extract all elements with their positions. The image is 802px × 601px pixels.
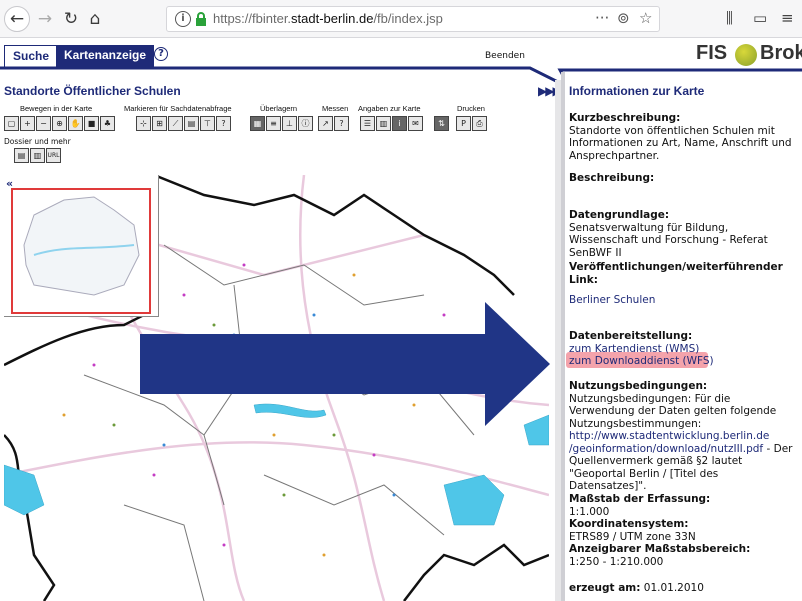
info-tool-icon[interactable]: ⓘ	[298, 116, 313, 131]
section-heading: Anzeigbarer Maßstabsbereich:	[569, 543, 751, 555]
tree-icon[interactable]: ♣	[100, 116, 115, 131]
url-text: https://fbinter.stadt-berlin.de/fb/index…	[213, 11, 443, 26]
print-tools: P ⎙	[456, 116, 487, 132]
toolbar-group-label: Markieren für Sachdatenabfrage	[124, 104, 232, 113]
query-icon[interactable]: ?	[216, 116, 231, 131]
list-icon[interactable]: ≡	[266, 116, 281, 131]
zoom-out-icon[interactable]: −	[36, 116, 51, 131]
datenbereitstellung: Datenbereitstellung: zum Kartendienst (W…	[569, 330, 794, 368]
beenden-link[interactable]: Beenden	[485, 51, 525, 61]
zoom-extent-icon[interactable]: ⊕	[52, 116, 67, 131]
legend-icon[interactable]: ☰	[360, 116, 375, 131]
full-extent-icon[interactable]: ■	[84, 116, 99, 131]
section-text: 1:250 - 1:210.000	[569, 555, 664, 568]
print-icon[interactable]: ⎙	[472, 116, 487, 131]
section-heading: Beschreibung:	[569, 172, 655, 184]
section-heading: Koordinatensystem:	[569, 518, 689, 530]
nutzung-link[interactable]: http://www.stadtentwicklung.berlin.de/ge…	[569, 430, 794, 493]
info-i-icon[interactable]: i	[392, 116, 407, 131]
toolbar-group-label: Messen	[322, 104, 349, 113]
toolbar-group-label: Überlagern	[260, 104, 298, 113]
section-heading: Datenbereitstellung:	[569, 330, 693, 342]
browser-toolbar: ← → ↻ ⌂ i https://fbinter.stadt-berlin.d…	[0, 0, 802, 38]
section-heading: Veröffentlichungen/weiterführender Link:	[569, 261, 783, 286]
overlay-add-icon[interactable]: ⊥	[282, 116, 297, 131]
measure-icon[interactable]: ↗	[318, 116, 333, 131]
move-tools: ▢ + − ⊕ ✋ ■ ♣	[4, 116, 115, 132]
massstab: Maßstab der Erfassung: 1:1.000 Koordinat…	[569, 493, 794, 568]
section-heading: Kurzbeschreibung:	[569, 112, 681, 124]
wms-link[interactable]: zum Kartendienst (WMS)	[569, 343, 794, 356]
section-text: Nutzungsbedingungen: Für die Verwendung …	[569, 392, 777, 430]
dossier-tools: ▤ ▥ URL	[14, 148, 61, 163]
datengrundlage: Datengrundlage: Senatsverwaltung für Bil…	[569, 209, 794, 259]
pdf-icon[interactable]: P	[456, 116, 471, 131]
wfs-link[interactable]: zum Downloaddienst (WFS)	[569, 355, 794, 368]
veroeffentlichungen: Veröffentlichungen/weiterführender Link:…	[569, 261, 794, 307]
toolbar-group-label: Drucken	[457, 104, 485, 113]
pan-icon[interactable]: ✋	[68, 116, 83, 131]
dossier-list-icon[interactable]: ▥	[30, 148, 45, 163]
pocket-icon[interactable]: ⊚	[617, 9, 630, 27]
select-line-icon[interactable]: ⟋	[168, 116, 183, 131]
lock-icon	[196, 12, 206, 26]
section-heading: Datengrundlage:	[569, 209, 670, 221]
map-title: Standorte Öffentlicher Schulen	[4, 84, 181, 98]
overlay-tools: ▦ ≡ ⊥ ⓘ	[250, 116, 313, 132]
toolbar-group-label: Angaben zur Karte	[358, 104, 421, 113]
map-info-tools: ☰ ▥ i ✉ ⇅	[360, 116, 449, 132]
overview-icon[interactable]: ▢	[4, 116, 19, 131]
menu-icon[interactable]: ≡	[781, 9, 794, 27]
section-heading: Maßstab der Erfassung:	[569, 493, 711, 505]
back-icon[interactable]: ←	[4, 6, 30, 32]
nutzungsbedingungen: Nutzungsbedingungen: Nutzungsbedingungen…	[569, 380, 794, 493]
erzeugt: erzeugt am: 01.01.2010	[569, 582, 794, 595]
select-point-icon[interactable]: ⊹	[136, 116, 151, 131]
berliner-schulen-link[interactable]: Berliner Schulen	[569, 294, 794, 307]
kurzbeschreibung: Kurzbeschreibung: Standorte von öffentli…	[569, 112, 794, 162]
overview-map[interactable]	[4, 175, 159, 317]
select-rect-icon[interactable]: ⊞	[152, 116, 167, 131]
pointer-arrow-icon	[140, 302, 550, 426]
beschreibung: Beschreibung:	[569, 172, 794, 185]
table-icon[interactable]: ▤	[184, 116, 199, 131]
sidebar-icon[interactable]: ▭	[753, 9, 767, 27]
more-icon[interactable]: ···	[595, 9, 609, 27]
sort-icon[interactable]: ⇅	[434, 116, 449, 131]
mail-icon[interactable]: ✉	[408, 116, 423, 131]
overview-toggle-icon[interactable]: «	[6, 177, 13, 190]
zoom-in-icon[interactable]: +	[20, 116, 35, 131]
dossier-label: Dossier und mehr	[4, 137, 71, 146]
toolbar-group-label: Bewegen in der Karte	[20, 104, 93, 113]
bookmark-star-icon[interactable]: ☆	[639, 9, 652, 27]
section-heading: erzeugt am:	[569, 582, 641, 594]
section-text: 01.01.2010	[643, 582, 704, 594]
info-icon[interactable]: i	[175, 11, 191, 27]
section-text: ETRS89 / UTM zone 33N	[569, 530, 696, 543]
section-text: Senatsverwaltung für Bildung, Wissenscha…	[569, 221, 768, 259]
url-bar[interactable]: i https://fbinter.stadt-berlin.de/fb/ind…	[166, 6, 660, 32]
layers-icon[interactable]: ▦	[250, 116, 265, 131]
info-panel-title: Informationen zur Karte	[569, 84, 705, 98]
home-icon[interactable]: ⌂	[82, 6, 108, 32]
section-text: 1:1.000	[569, 505, 610, 518]
help-icon[interactable]: ?	[154, 47, 168, 61]
reload-icon[interactable]: ↻	[58, 6, 84, 32]
overview-canvas	[11, 188, 151, 314]
help-tool-icon[interactable]: ?	[334, 116, 349, 131]
forward-icon[interactable]: →	[32, 6, 58, 32]
dossier-doc-icon[interactable]: ▤	[14, 148, 29, 163]
section-heading: Nutzungsbedingungen:	[569, 380, 708, 392]
filter-icon[interactable]: ⊤	[200, 116, 215, 131]
metadata-icon[interactable]: ▥	[376, 116, 391, 131]
section-text: Standorte von öffentlichen Schulen mit I…	[569, 124, 792, 162]
url-icon[interactable]: URL	[46, 148, 61, 163]
select-tools: ⊹ ⊞ ⟋ ▤ ⊤ ?	[136, 116, 231, 132]
library-icon[interactable]: ⫼	[726, 9, 733, 27]
measure-tools: ↗ ?	[318, 116, 349, 132]
